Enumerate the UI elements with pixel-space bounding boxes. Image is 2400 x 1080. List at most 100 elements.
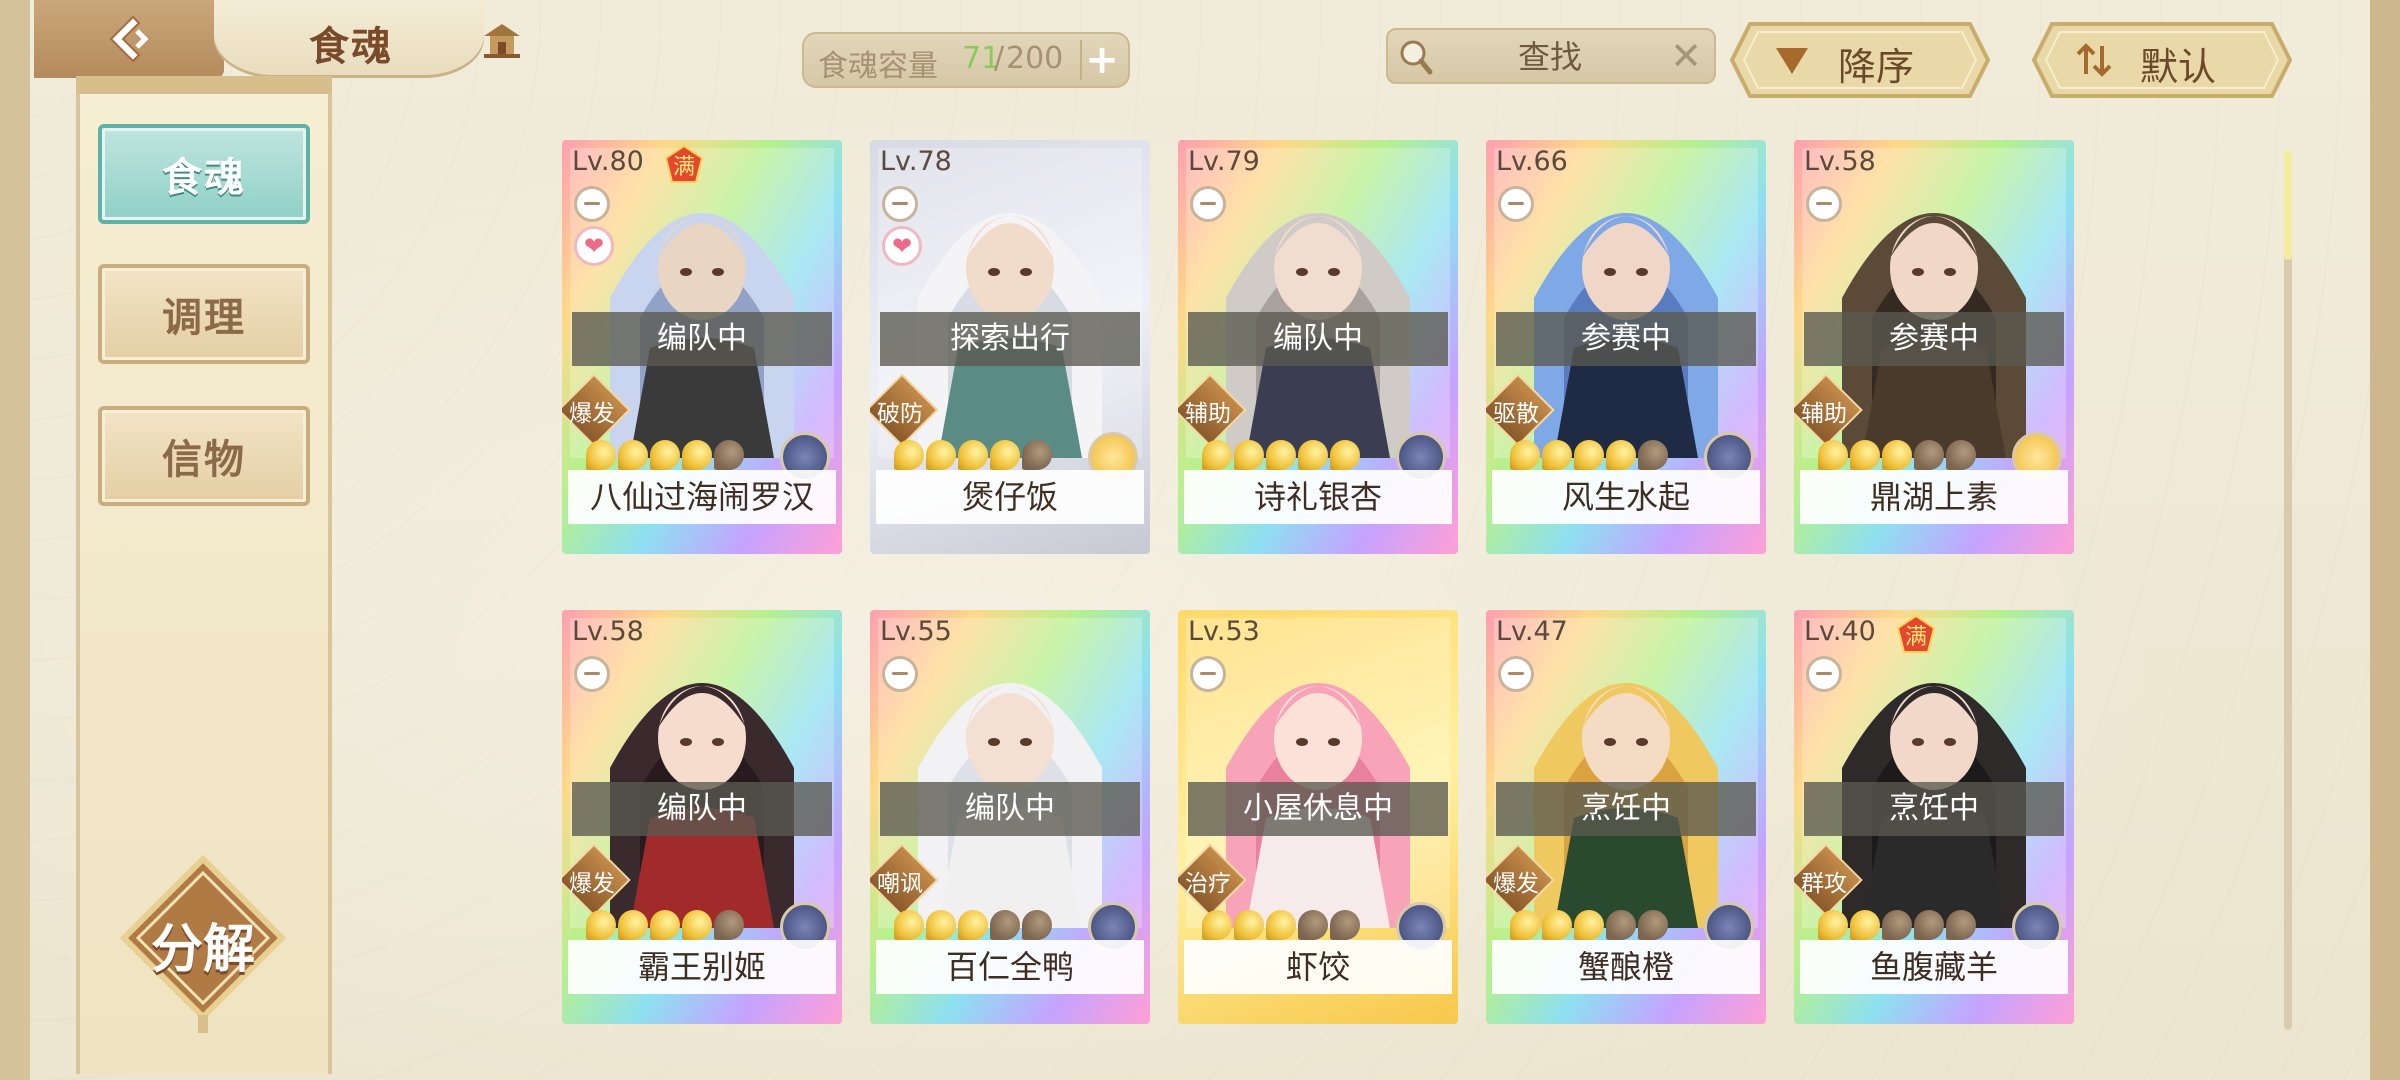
down-triangle-icon (1776, 48, 1808, 74)
food-soul-card[interactable]: Lv.55 编队中 嘲讽 百仁全鸭 (870, 610, 1150, 1024)
character-name: 虾饺 (1184, 940, 1452, 994)
svg-text:满: 满 (1905, 625, 1927, 650)
add-capacity-button[interactable]: + (1080, 37, 1122, 83)
star-rating (894, 910, 1054, 944)
decompose-button[interactable]: 分解 (118, 854, 288, 1033)
role-badge: 辅助 (1178, 373, 1247, 447)
star-filled-icon (1574, 910, 1604, 940)
star-filled-icon (1202, 440, 1232, 470)
star-filled-icon (1234, 910, 1264, 940)
status-banner: 参赛中 (1804, 312, 2064, 366)
food-soul-card[interactable]: Lv.53 小屋休息中治疗虾饺 (1178, 610, 1458, 1024)
star-filled-icon (894, 910, 924, 940)
capacity-max: 200 (1006, 41, 1064, 76)
character-name: 诗礼银杏 (1184, 470, 1452, 524)
bowl-icon (574, 656, 610, 692)
role-badge: 驱散 (1486, 373, 1555, 447)
food-soul-card[interactable]: Lv.78 ❤ 探索出行 破防 煲仔饭 (870, 140, 1150, 554)
star-filled-icon (586, 440, 616, 470)
star-filled-icon (1202, 910, 1232, 940)
back-button[interactable] (34, 0, 224, 78)
star-empty-icon (1882, 910, 1912, 940)
food-soul-card[interactable]: Lv.58 编队中 爆发 霸王别姬 (562, 610, 842, 1024)
star-filled-icon (1606, 440, 1636, 470)
level-label: Lv.80 (572, 146, 644, 177)
role-label: 群攻 (1801, 871, 1847, 897)
level-label: Lv.40 (1804, 616, 1876, 647)
role-label: 治疗 (1185, 871, 1231, 897)
character-name: 风生水起 (1492, 470, 1760, 524)
star-filled-icon (1298, 440, 1328, 470)
star-filled-icon (650, 440, 680, 470)
status-banner: 编队中 (880, 782, 1140, 836)
role-label: 爆发 (569, 871, 615, 897)
max-level-badge: 满 (664, 144, 704, 183)
star-empty-icon (1914, 910, 1944, 940)
bowl-icon (882, 186, 918, 222)
home-icon[interactable] (480, 18, 524, 62)
scrollbar-track[interactable] (2284, 150, 2292, 1030)
bowl-icon (1806, 656, 1842, 692)
star-filled-icon (586, 910, 616, 940)
level-label: Lv.55 (880, 616, 952, 647)
food-soul-card[interactable]: Lv.79 编队中辅助诗礼银杏 (1178, 140, 1458, 554)
star-filled-icon (1234, 440, 1264, 470)
level-label: Lv.47 (1496, 616, 1568, 647)
bowl-icon (1806, 186, 1842, 222)
status-banner: 小屋休息中 (1188, 782, 1448, 836)
star-filled-icon (958, 910, 988, 940)
star-empty-icon (1022, 440, 1052, 470)
star-filled-icon (1510, 910, 1540, 940)
food-soul-card[interactable]: Lv.58 参赛中 辅助 鼎湖上素 (1794, 140, 2074, 554)
star-filled-icon (682, 440, 712, 470)
star-empty-icon (1606, 910, 1636, 940)
level-label: Lv.79 (1188, 146, 1260, 177)
scrollbar-thumb[interactable] (2284, 150, 2292, 260)
status-banner: 参赛中 (1496, 312, 1756, 366)
food-soul-card[interactable]: Lv.66 参赛中 驱散 风生水起 (1486, 140, 1766, 554)
bowl-icon (1498, 186, 1534, 222)
role-badge: 破防 (870, 373, 939, 447)
status-banner: 烹饪中 (1496, 782, 1756, 836)
status-banner: 烹饪中 (1804, 782, 2064, 836)
sort-mode-button[interactable]: 默认 (2030, 20, 2294, 100)
page-title-tab: 食魂 (214, 0, 484, 78)
capacity-label: 食魂容量 (818, 49, 938, 84)
star-empty-icon (1946, 440, 1976, 470)
character-name: 八仙过海闹罗汉 (568, 470, 836, 524)
page-title: 食魂 (309, 23, 393, 70)
star-rating (1202, 440, 1362, 474)
level-label: Lv.53 (1188, 616, 1260, 647)
star-rating (1818, 440, 1978, 474)
star-empty-icon (1638, 910, 1668, 940)
star-rating (1202, 910, 1362, 944)
clear-search-button[interactable]: ✕ (1666, 36, 1706, 76)
star-filled-icon (926, 440, 956, 470)
food-soul-card[interactable]: Lv.47 烹饪中 爆发 蟹酿橙 (1486, 610, 1766, 1024)
capacity-separator: / (994, 41, 1005, 76)
role-label: 破防 (877, 401, 923, 427)
search-input[interactable] (1448, 36, 1652, 78)
role-badge: 爆发 (1486, 843, 1555, 917)
star-filled-icon (1850, 440, 1880, 470)
star-filled-icon (1330, 440, 1360, 470)
star-filled-icon (618, 910, 648, 940)
heart-icon: ❤ (574, 226, 614, 266)
star-filled-icon (1574, 440, 1604, 470)
sort-order-button[interactable]: 降序 (1728, 20, 1992, 100)
star-rating (894, 440, 1054, 474)
side-tab-cooking[interactable]: 调理 (98, 264, 310, 364)
side-tab-food-soul[interactable]: 食魂 (98, 124, 310, 224)
star-filled-icon (1818, 910, 1848, 940)
bowl-icon (1190, 656, 1226, 692)
star-filled-icon (894, 440, 924, 470)
level-label: Lv.58 (1804, 146, 1876, 177)
food-soul-card[interactable]: Lv.80 满 ❤ 编队中 爆发 八仙过海闹罗汉 (562, 140, 842, 554)
character-name: 霸王别姬 (568, 940, 836, 994)
star-empty-icon (1022, 910, 1052, 940)
star-filled-icon (618, 440, 648, 470)
side-tab-token[interactable]: 信物 (98, 406, 310, 506)
status-banner: 编队中 (1188, 312, 1448, 366)
food-soul-card[interactable]: Lv.40 满烹饪中 群攻 鱼腹藏羊 (1794, 610, 2074, 1024)
role-label: 辅助 (1185, 401, 1231, 427)
